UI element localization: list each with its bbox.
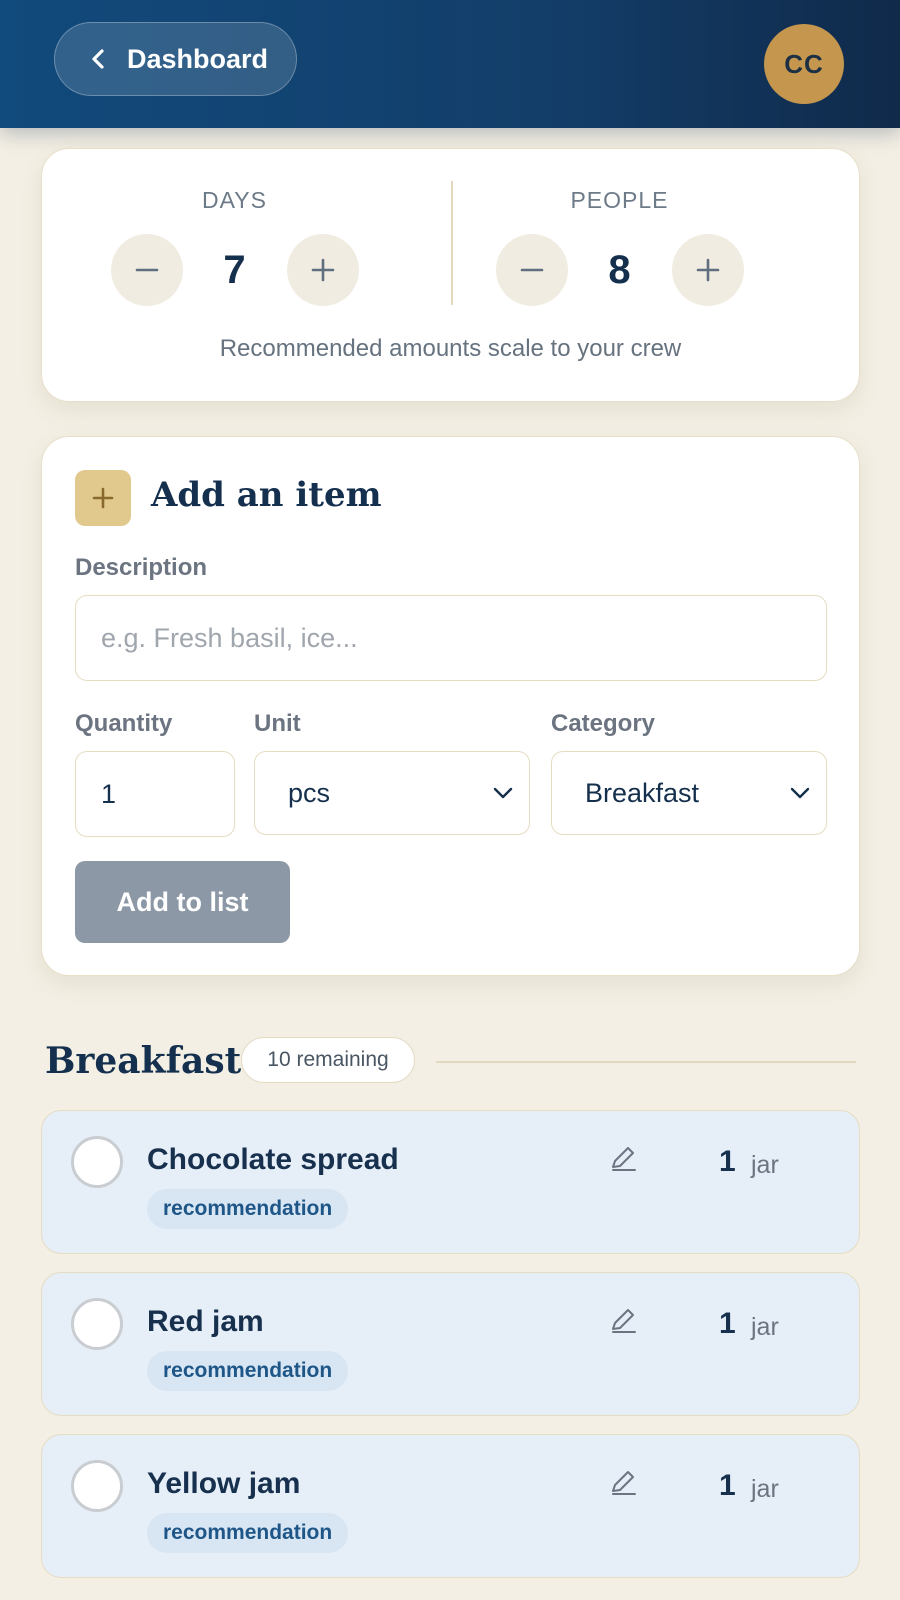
- item-quantity: 1: [719, 1469, 736, 1502]
- pencil-icon[interactable]: [608, 1305, 638, 1335]
- category-label: Category: [551, 710, 656, 737]
- chevron-down-icon: [790, 787, 810, 799]
- item-quantity: 1: [719, 1307, 736, 1340]
- item-name: Red jam: [147, 1305, 264, 1338]
- days-stepper: 7: [110, 234, 359, 306]
- recommendation-tag: recommendation: [147, 1513, 349, 1553]
- item-unit: jar: [751, 1313, 779, 1341]
- item-checkbox[interactable]: [71, 1298, 123, 1350]
- unit-selected-value: pcs: [288, 777, 331, 808]
- app-header: Dashboard CC: [0, 0, 900, 128]
- list-item[interactable]: Chocolate spread recommendation 1 jar: [41, 1110, 860, 1254]
- pencil-icon[interactable]: [608, 1467, 638, 1497]
- people-label: PEOPLE: [570, 187, 669, 213]
- list-item[interactable]: Red jam recommendation 1 jar: [41, 1272, 860, 1416]
- days-label: DAYS: [202, 187, 267, 213]
- remaining-count-badge: 10 remaining: [241, 1037, 415, 1083]
- category-selected-value: Breakfast: [585, 777, 700, 808]
- days-counter: DAYS 7: [42, 149, 427, 349]
- item-checkbox[interactable]: [71, 1136, 123, 1188]
- add-item-title: Add an item: [151, 475, 382, 515]
- description-input[interactable]: e.g. Fresh basil, ice...: [75, 595, 827, 681]
- list-item[interactable]: Yellow jam recommendation 1 jar: [41, 1434, 860, 1578]
- add-to-list-button[interactable]: Add to list: [75, 861, 290, 943]
- people-counter: PEOPLE 8: [427, 149, 812, 349]
- pencil-icon[interactable]: [608, 1143, 638, 1173]
- recommendation-tag: recommendation: [147, 1351, 349, 1391]
- unit-label: Unit: [254, 710, 301, 737]
- add-item-card: Add an item Description e.g. Fresh basil…: [41, 436, 860, 976]
- people-value: 8: [608, 247, 631, 292]
- recommendation-tag: recommendation: [147, 1189, 349, 1229]
- item-name: Chocolate spread: [147, 1143, 399, 1176]
- trip-size-card: DAYS 7 PEOPLE 8 Recommended amounts scal…: [41, 148, 860, 402]
- description-label: Description: [75, 554, 208, 581]
- days-value: 7: [223, 247, 246, 292]
- days-increment-button[interactable]: [286, 234, 359, 306]
- chevron-left-icon: [92, 49, 104, 69]
- back-button-label: Dashboard: [127, 43, 269, 74]
- minus-icon: [135, 268, 158, 272]
- scaling-note: Recommended amounts scale to your crew: [219, 335, 682, 362]
- item-checkbox[interactable]: [71, 1460, 123, 1512]
- section-divider: [436, 1061, 856, 1063]
- item-unit: jar: [751, 1475, 779, 1503]
- minus-icon: [520, 268, 543, 272]
- category-select[interactable]: Breakfast: [551, 751, 827, 835]
- item-name: Yellow jam: [147, 1467, 301, 1500]
- unit-select[interactable]: pcs: [254, 751, 530, 835]
- category-section-title: Breakfast: [45, 1040, 242, 1082]
- quantity-input[interactable]: 1: [75, 751, 235, 837]
- add-item-badge: [75, 470, 131, 526]
- days-decrement-button[interactable]: [110, 234, 183, 306]
- plus-icon: [696, 258, 719, 282]
- people-increment-button[interactable]: [671, 234, 744, 306]
- quantity-label: Quantity: [75, 710, 173, 737]
- item-unit: jar: [751, 1151, 779, 1179]
- plus-icon: [92, 487, 114, 509]
- people-decrement-button[interactable]: [495, 234, 568, 306]
- avatar[interactable]: CC: [764, 24, 844, 104]
- people-stepper: 8: [495, 234, 744, 306]
- chevron-down-icon: [493, 787, 513, 799]
- plus-icon: [311, 258, 334, 282]
- item-quantity: 1: [719, 1145, 736, 1178]
- avatar-initials: CC: [784, 48, 824, 79]
- back-to-dashboard-button[interactable]: Dashboard: [54, 22, 297, 96]
